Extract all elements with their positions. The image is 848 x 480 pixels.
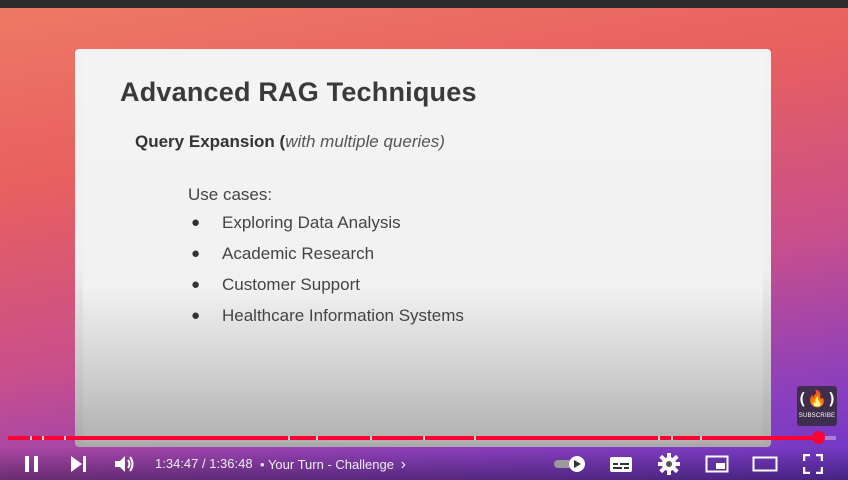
chapter-marker	[658, 436, 660, 440]
subscribe-watermark[interactable]: (🔥) SUBSCRIBE	[797, 386, 837, 426]
settings-button[interactable]	[654, 447, 684, 480]
list-item-label: Exploring Data Analysis	[222, 212, 401, 232]
presentation-slide: Advanced RAG Techniques Query Expansion …	[75, 49, 771, 447]
theater-mode-button[interactable]	[750, 447, 780, 480]
list-item: ● Academic Research	[191, 238, 464, 269]
video-frame[interactable]: Advanced RAG Techniques Query Expansion …	[0, 0, 848, 480]
time-display: 1:34:47 / 1:36:48	[155, 456, 253, 471]
fullscreen-button[interactable]	[798, 447, 828, 480]
chapter-marker	[423, 436, 425, 440]
list-item: ● Customer Support	[191, 269, 464, 300]
chapter-marker	[316, 436, 318, 440]
bullet-icon: ●	[191, 276, 201, 293]
autoplay-toggle-icon	[554, 455, 585, 472]
volume-icon	[115, 455, 134, 472]
fullscreen-icon	[803, 453, 823, 474]
volume-button[interactable]	[110, 447, 140, 480]
chapter-marker	[42, 436, 44, 440]
miniplayer-button[interactable]	[702, 447, 732, 480]
chapter-prefix: •	[260, 457, 268, 472]
next-button[interactable]	[64, 447, 92, 480]
pause-button[interactable]	[18, 447, 46, 480]
list-item: ● Exploring Data Analysis	[191, 207, 464, 238]
next-icon	[71, 455, 86, 472]
current-time: 1:34:47	[155, 456, 199, 471]
slide-title: Advanced RAG Techniques	[120, 77, 477, 107]
chapter-marker	[30, 436, 32, 440]
bullet-icon: ●	[191, 245, 201, 262]
scrubber-handle[interactable]	[811, 431, 825, 444]
progress-played	[8, 436, 818, 440]
pause-icon	[25, 455, 38, 472]
chapter-marker	[64, 436, 66, 440]
subtitle-bold: Query Expansion (	[135, 132, 286, 151]
chapter-marker	[474, 436, 476, 440]
player-controls: 1:34:47 / 1:36:48 • Your Turn - Challeng…	[0, 447, 848, 480]
bullet-icon: ●	[191, 214, 201, 231]
chapter-marker	[288, 436, 290, 440]
chapter-marker	[370, 436, 372, 440]
subtitle-italic: with multiple queries)	[285, 132, 445, 151]
chapter-marker	[671, 436, 673, 440]
time-separator: /	[198, 456, 210, 471]
fcc-logo-icon: (🔥)	[797, 389, 837, 408]
chapter-title: Your Turn - Challenge	[267, 457, 394, 472]
chevron-right-icon: ›	[400, 456, 406, 473]
usecases-list: ● Exploring Data Analysis ● Academic Resea…	[191, 207, 464, 331]
chapter-title-button[interactable]: • Your Turn - Challenge ›	[260, 456, 406, 474]
top-bar	[0, 0, 848, 8]
duration: 1:36:48	[209, 456, 253, 471]
list-item-label: Customer Support	[222, 274, 360, 294]
list-item-label: Healthcare Information Systems	[222, 305, 464, 325]
subtitles-button[interactable]	[606, 447, 636, 480]
theater-mode-icon	[752, 456, 778, 471]
bullet-icon: ●	[191, 307, 201, 324]
subtitles-icon	[610, 456, 632, 472]
subscribe-label: SUBSCRIBE	[798, 413, 836, 419]
settings-icon	[658, 452, 680, 475]
progress-bar[interactable]	[8, 431, 836, 444]
usecases-label: Use cases:	[188, 185, 273, 204]
list-item-label: Academic Research	[222, 243, 375, 263]
list-item: ● Healthcare Information Systems	[191, 300, 464, 331]
miniplayer-icon	[705, 455, 729, 472]
autoplay-toggle[interactable]	[552, 447, 588, 480]
slide-subtitle: Query Expansion (with multiple queries)	[135, 132, 445, 152]
chapter-marker	[700, 436, 702, 440]
slide-content: Advanced RAG Techniques Query Expansion …	[83, 55, 763, 443]
